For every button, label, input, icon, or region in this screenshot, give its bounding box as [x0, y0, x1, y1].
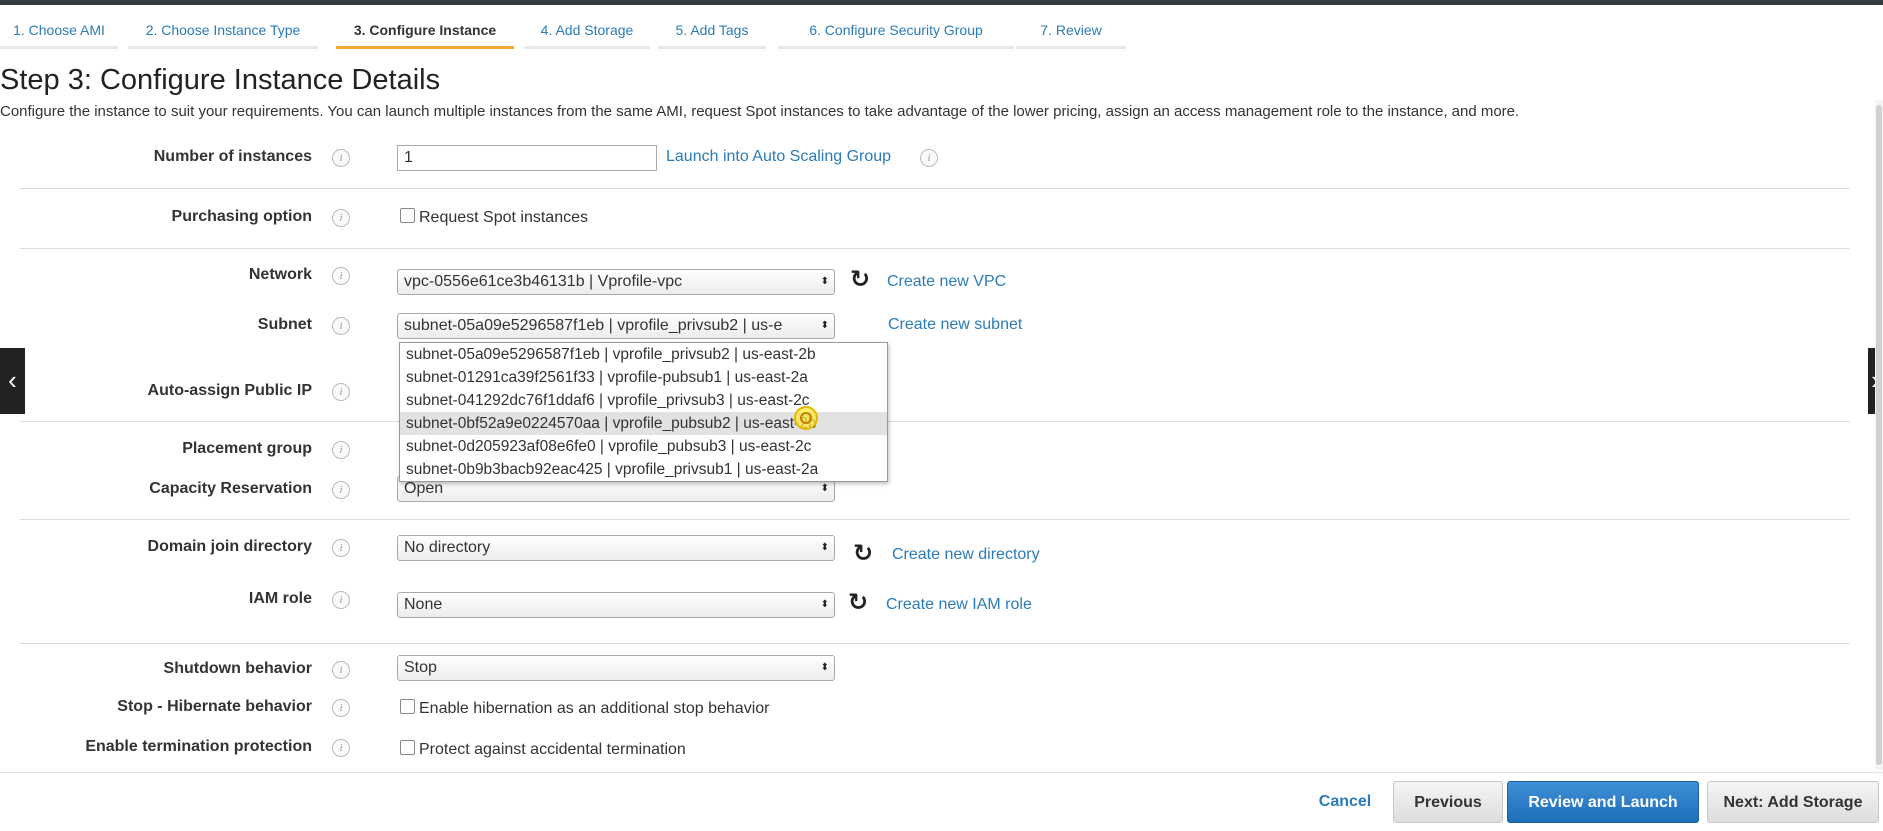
capacity-reservation-label: Capacity Reservation — [149, 480, 312, 497]
info-icon[interactable]: i — [332, 267, 350, 285]
network-select-value: vpc-0556e61ce3b46131b | Vprofile-vpc — [404, 273, 683, 290]
subnet-label: Subnet — [257, 316, 312, 333]
capacity-reservation-value: Open — [404, 480, 444, 497]
review-and-launch-button[interactable]: Review and Launch — [1507, 781, 1699, 823]
select-arrows-icon: ⬍ — [820, 599, 829, 610]
create-new-subnet-link[interactable]: Create new subnet — [888, 316, 1022, 334]
create-new-directory-link[interactable]: Create new directory — [892, 546, 1040, 564]
hibernation-checkbox[interactable] — [400, 699, 415, 714]
action-bar: Cancel Previous Review and Launch Next: … — [0, 772, 1883, 831]
tab-choose-instance-type[interactable]: 2. Choose Instance Type — [128, 15, 318, 49]
mouse-cursor-highlight — [794, 406, 818, 430]
placement-group-label: Placement group — [182, 440, 312, 457]
info-icon[interactable]: i — [332, 441, 350, 459]
iam-role-select[interactable]: None ⬍ — [397, 592, 835, 618]
shutdown-behavior-value: Stop — [404, 659, 437, 676]
page-title: Step 3: Configure Instance Details — [0, 64, 441, 96]
cancel-button[interactable]: Cancel — [1305, 781, 1385, 823]
hibernate-behavior-label: Stop - Hibernate behavior — [117, 698, 312, 715]
tab-choose-ami[interactable]: 1. Choose AMI — [0, 15, 118, 49]
info-icon[interactable]: i — [332, 209, 350, 227]
info-icon[interactable]: i — [920, 149, 938, 167]
info-icon[interactable]: i — [332, 661, 350, 679]
tab-review[interactable]: 7. Review — [1016, 15, 1126, 49]
number-of-instances-input[interactable] — [397, 145, 657, 171]
tab-add-tags[interactable]: 5. Add Tags — [658, 15, 766, 49]
info-icon[interactable]: i — [332, 481, 350, 499]
tab-add-storage[interactable]: 4. Add Storage — [524, 15, 650, 49]
select-arrows-icon: ⬍ — [820, 542, 829, 553]
select-arrows-icon: ⬍ — [820, 320, 829, 331]
divider — [20, 643, 1850, 644]
refresh-icon[interactable]: ↻ — [848, 591, 868, 615]
subnet-option[interactable]: subnet-05a09e5296587f1eb | vprofile_priv… — [400, 343, 887, 366]
previous-button[interactable]: Previous — [1393, 781, 1503, 823]
divider — [20, 421, 1850, 422]
subnet-select[interactable]: subnet-05a09e5296587f1eb | vprofile_priv… — [397, 313, 835, 339]
divider — [20, 519, 1850, 520]
domain-join-select[interactable]: No directory ⬍ — [397, 535, 835, 561]
page-description: Configure the instance to suit your requ… — [0, 103, 1520, 120]
tab-configure-security-group[interactable]: 6. Configure Security Group — [778, 15, 1014, 49]
iam-role-value: None — [404, 596, 443, 613]
request-spot-checkbox[interactable] — [400, 208, 415, 223]
request-spot-checkbox-row[interactable]: Request Spot instances — [400, 208, 588, 227]
select-arrows-icon: ⬍ — [820, 276, 829, 287]
shutdown-behavior-select[interactable]: Stop ⬍ — [397, 655, 835, 681]
subnet-option[interactable]: subnet-01291ca39f2561f33 | vprofile-pubs… — [400, 366, 887, 389]
network-select[interactable]: vpc-0556e61ce3b46131b | Vprofile-vpc ⬍ — [397, 269, 835, 295]
info-icon[interactable]: i — [332, 699, 350, 717]
info-icon[interactable]: i — [332, 383, 350, 401]
refresh-icon[interactable]: ↻ — [853, 542, 873, 566]
termination-checkbox-row[interactable]: Protect against accidental termination — [400, 740, 686, 759]
info-icon[interactable]: i — [332, 591, 350, 609]
purchasing-option-label: Purchasing option — [171, 208, 312, 225]
info-icon[interactable]: i — [332, 539, 350, 557]
create-new-vpc-link[interactable]: Create new VPC — [887, 273, 1006, 291]
divider — [20, 248, 1850, 249]
hibernation-checkbox-row[interactable]: Enable hibernation as an additional stop… — [400, 699, 769, 718]
subnet-option[interactable]: subnet-0d205923af08e6fe0 | vprofile_pubs… — [400, 435, 887, 458]
auto-assign-ip-label: Auto-assign Public IP — [147, 382, 312, 399]
network-label: Network — [248, 266, 312, 283]
divider — [20, 188, 1850, 189]
info-icon[interactable]: i — [332, 739, 350, 757]
subnet-option[interactable]: subnet-0b9b3bacb92eac425 | vprofile_priv… — [400, 458, 887, 481]
tab-configure-instance[interactable]: 3. Configure Instance — [336, 15, 514, 49]
number-of-instances-label: Number of instances — [153, 148, 312, 165]
domain-join-label: Domain join directory — [147, 538, 312, 555]
domain-join-value: No directory — [404, 539, 491, 556]
termination-checkbox-label: Protect against accidental termination — [419, 741, 686, 758]
termination-checkbox[interactable] — [400, 740, 415, 755]
scrollbar-thumb[interactable] — [1876, 105, 1882, 765]
carousel-prev-icon[interactable]: ‹ — [0, 348, 25, 414]
iam-role-label: IAM role — [248, 590, 312, 607]
shutdown-behavior-label: Shutdown behavior — [163, 660, 312, 677]
create-new-iam-role-link[interactable]: Create new IAM role — [886, 596, 1032, 614]
next-add-storage-button[interactable]: Next: Add Storage — [1707, 781, 1879, 823]
refresh-icon[interactable]: ↻ — [850, 268, 870, 292]
select-arrows-icon: ⬍ — [820, 662, 829, 673]
subnet-select-value: subnet-05a09e5296587f1eb | vprofile_priv… — [404, 317, 783, 334]
wizard-steps: 1. Choose AMI 2. Choose Instance Type 3.… — [0, 5, 1883, 49]
info-icon[interactable]: i — [332, 317, 350, 335]
request-spot-label: Request Spot instances — [419, 209, 588, 226]
hibernation-label: Enable hibernation as an additional stop… — [419, 700, 770, 717]
info-icon[interactable]: i — [332, 149, 350, 167]
launch-auto-scaling-link[interactable]: Launch into Auto Scaling Group — [666, 148, 891, 166]
termination-protection-label: Enable termination protection — [85, 738, 312, 755]
